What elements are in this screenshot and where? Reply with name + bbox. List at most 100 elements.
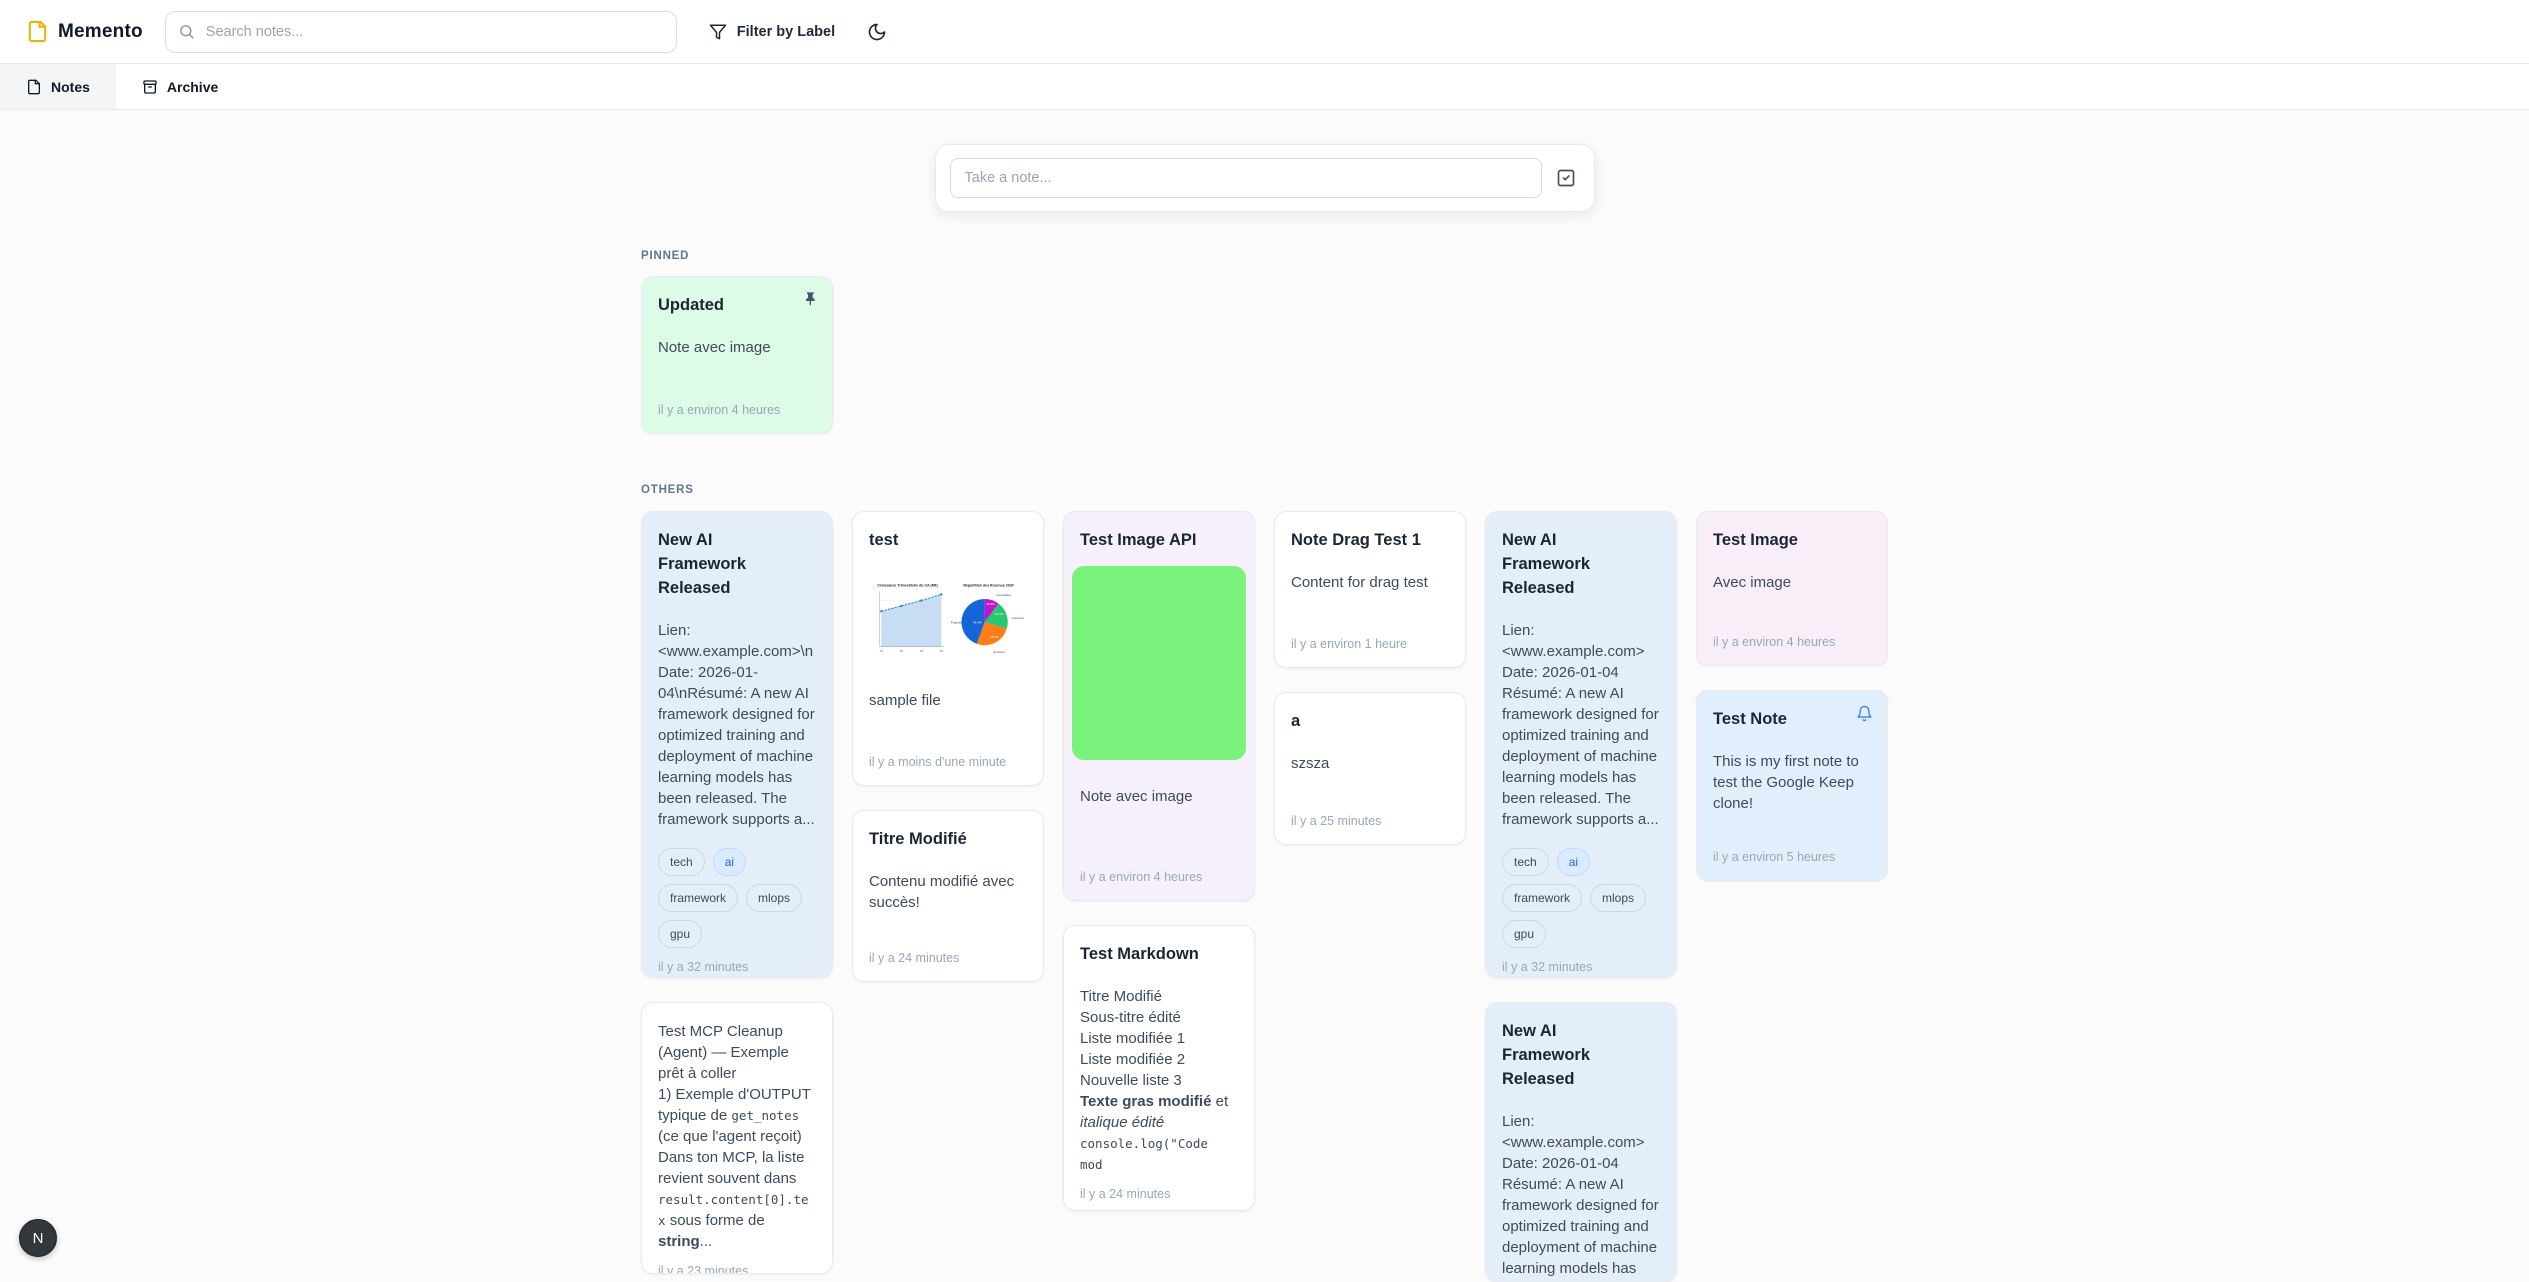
tag-framework[interactable]: framework	[1502, 884, 1582, 912]
new-checklist-button[interactable]	[1552, 164, 1580, 192]
svg-text:T3: T3	[920, 649, 924, 653]
note-timestamp: il y a 32 minutes	[1502, 948, 1660, 974]
note-title: New AI Framework Released	[658, 528, 816, 600]
note-timestamp: il y a environ 1 heure	[1291, 625, 1449, 651]
pie-chart-thumbnail[interactable]: Répartition des Revenus 2024 44.4% 25.9%…	[950, 568, 1027, 670]
note-card-test-image-api[interactable]: Test Image API Note avec image il y a en…	[1063, 511, 1255, 901]
svg-text:19.4%: 19.4%	[995, 612, 1004, 616]
note-body: Content for drag test	[1291, 572, 1449, 593]
note-card-note-drag-test-1[interactable]: Note Drag Test 1 Content for drag test i…	[1274, 511, 1466, 668]
moon-icon	[867, 22, 887, 42]
pinned-row: Updated Note avec image il y a environ 4…	[641, 276, 1888, 434]
note-timestamp: il y a environ 5 heures	[1713, 838, 1871, 864]
note-title: New AI Framework Released	[1502, 528, 1660, 600]
note-card-test-note[interactable]: Test Note This is my first note to test …	[1696, 690, 1888, 881]
note-icon	[26, 79, 42, 95]
nextjs-dev-indicator[interactable]: N	[19, 1219, 57, 1257]
tab-notes[interactable]: Notes	[0, 64, 116, 109]
reminder-button[interactable]	[1852, 701, 1877, 726]
svg-text:T1: T1	[880, 649, 884, 653]
tag-tech[interactable]: tech	[1502, 848, 1549, 876]
note-card-test[interactable]: test Croissance Trimestrielle du CA (M€)	[852, 511, 1044, 786]
pin-icon	[802, 291, 818, 307]
tag-gpu[interactable]: gpu	[1502, 920, 1546, 948]
tag-framework[interactable]: framework	[658, 884, 738, 912]
note-body: Lien: <www.example.com>\nDate: 2026-01-0…	[658, 620, 816, 830]
note-card-new-ai-framework-2[interactable]: New AI Framework Released Lien: <www.exa…	[1485, 511, 1677, 978]
svg-text:Répartition des Revenus 2024: Répartition des Revenus 2024	[963, 584, 1013, 588]
note-card-titre-modifie[interactable]: Titre Modifié Contenu modifié avec succè…	[852, 810, 1044, 982]
search-box[interactable]	[165, 11, 677, 53]
tag-tech[interactable]: tech	[658, 848, 705, 876]
filter-by-label-text: Filter by Label	[737, 24, 835, 40]
note-body: Lien: <www.example.com> Date: 2026-01-04…	[1502, 620, 1660, 830]
note-card-test-markdown[interactable]: Test Markdown Titre Modifié Sous-titre é…	[1063, 925, 1255, 1211]
search-input[interactable]	[204, 23, 664, 41]
svg-text:25.9%: 25.9%	[990, 635, 999, 639]
note-title: Test Markdown	[1080, 942, 1238, 966]
note-image-green[interactable]	[1072, 566, 1246, 760]
note-body: This is my first note to test the Google…	[1713, 751, 1871, 814]
tab-notes-label: Notes	[51, 79, 90, 95]
grid-column-2: test Croissance Trimestrielle du CA (M€)	[852, 511, 1044, 982]
note-timestamp: il y a environ 4 heures	[658, 391, 816, 417]
take-note-input[interactable]	[950, 158, 1542, 198]
others-section-label: OTHERS	[641, 484, 1888, 496]
note-card-updated[interactable]: Updated Note avec image il y a environ 4…	[641, 276, 833, 434]
app-logo-icon	[26, 20, 49, 43]
svg-text:Services: Services	[993, 650, 1005, 654]
filter-by-label-button[interactable]: Filter by Label	[705, 17, 839, 47]
bell-icon	[1856, 705, 1873, 722]
grid-column-4: Note Drag Test 1 Content for drag test i…	[1274, 511, 1466, 845]
svg-text:Produits: Produits	[951, 621, 963, 625]
note-timestamp: il y a moins d'une minute	[869, 743, 1027, 769]
tag-mlops[interactable]: mlops	[1590, 884, 1646, 912]
note-title: Test Image	[1713, 528, 1871, 552]
note-card-new-ai-framework-1[interactable]: New AI Framework Released Lien: <www.exa…	[641, 511, 833, 978]
tag-ai[interactable]: ai	[713, 848, 746, 876]
tab-bar: Notes Archive	[0, 64, 2529, 110]
note-title: Updated	[658, 293, 816, 317]
tag-mlops[interactable]: mlops	[746, 884, 802, 912]
svg-text:Licences: Licences	[1012, 616, 1025, 620]
note-title: New AI Framework Released	[1502, 1019, 1660, 1091]
tag-gpu[interactable]: gpu	[658, 920, 702, 948]
tab-archive[interactable]: Archive	[116, 64, 244, 109]
note-title: Note Drag Test 1	[1291, 528, 1449, 552]
svg-text:Croissance Trimestrielle du CA: Croissance Trimestrielle du CA (M€)	[877, 584, 937, 588]
app-brand: Memento	[26, 20, 143, 43]
note-body: Titre Modifié Sous-titre édité Liste mod…	[1080, 986, 1238, 1175]
grid-column-6: Test Image Avec image il y a environ 4 h…	[1696, 511, 1888, 881]
note-body: Lien: <www.example.com> Date: 2026-01-04…	[1502, 1111, 1660, 1279]
svg-text:44.4%: 44.4%	[973, 621, 982, 625]
note-timestamp: il y a 23 minutes	[658, 1252, 816, 1274]
note-body: Note avec image	[1080, 786, 1238, 807]
app-header: Memento Filter by Label	[0, 0, 2529, 64]
note-timestamp: il y a 24 minutes	[869, 939, 1027, 965]
note-timestamp: il y a 25 minutes	[1291, 802, 1449, 828]
tag-ai[interactable]: ai	[1557, 848, 1590, 876]
grid-column-5: New AI Framework Released Lien: <www.exa…	[1485, 511, 1677, 1282]
note-body: sample file	[869, 690, 1027, 711]
note-composer	[935, 144, 1595, 212]
app-title: Memento	[58, 21, 143, 43]
note-timestamp: il y a environ 4 heures	[1713, 623, 1871, 649]
note-title: a	[1291, 709, 1449, 733]
pinned-section-label: PINNED	[641, 250, 1888, 262]
tab-archive-label: Archive	[167, 79, 218, 95]
svg-text:T2: T2	[900, 649, 904, 653]
filter-icon	[709, 23, 727, 41]
note-card-test-mcp-cleanup[interactable]: Test MCP Cleanup (Agent) — Exemple prêt …	[641, 1002, 833, 1274]
note-body: Contenu modifié avec succès!	[869, 871, 1027, 913]
notes-grid: New AI Framework Released Lien: <www.exa…	[641, 511, 1888, 1282]
theme-toggle-button[interactable]	[861, 16, 893, 48]
note-card-a[interactable]: a szsza il y a 25 minutes	[1274, 692, 1466, 845]
svg-text:T4: T4	[940, 649, 944, 653]
notes-main: PINNED Updated Note avec image il y a en…	[0, 144, 2529, 1282]
note-card-test-image[interactable]: Test Image Avec image il y a environ 4 h…	[1696, 511, 1888, 666]
tag-list: tech ai framework mlops gpu	[658, 848, 816, 948]
note-body: Test MCP Cleanup (Agent) — Exemple prêt …	[658, 1021, 816, 1252]
line-chart-thumbnail[interactable]: Croissance Trimestrielle du CA (M€)	[869, 568, 946, 670]
note-card-new-ai-framework-3[interactable]: New AI Framework Released Lien: <www.exa…	[1485, 1002, 1677, 1282]
pin-button[interactable]	[798, 287, 822, 311]
